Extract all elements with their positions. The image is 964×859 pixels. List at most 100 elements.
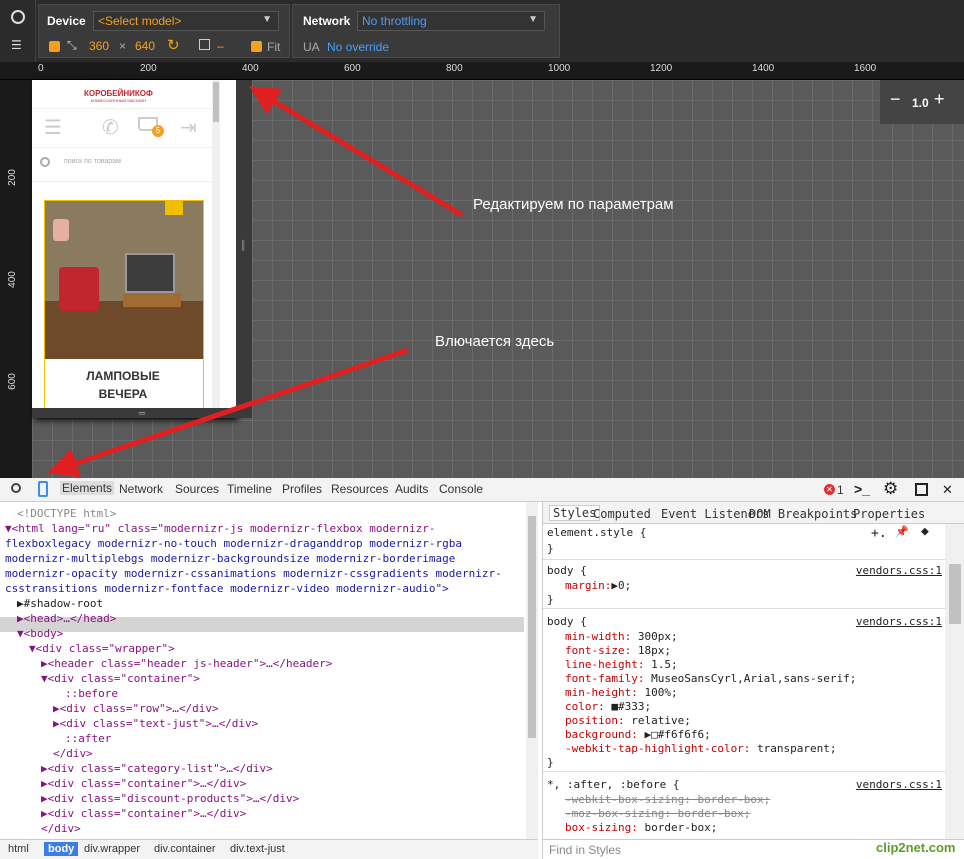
disable-emulation-icon[interactable]	[11, 10, 25, 24]
emulation-menu-icon[interactable]: ☰	[11, 38, 22, 52]
styles-tab-properties[interactable]: Properties	[853, 507, 925, 521]
resolution-checkbox[interactable]	[49, 41, 60, 52]
breadcrumb-item[interactable]: body	[44, 842, 79, 856]
styles-tab-computed[interactable]: Computed	[593, 507, 651, 521]
site-search-input[interactable]: поиск по товарам	[64, 158, 121, 165]
ruler-tick-label: 600	[344, 63, 361, 74]
dom-node-line[interactable]: ▶<div class="discount-products">…</div>	[41, 791, 299, 806]
height-input[interactable]: 640	[135, 39, 155, 53]
settings-gear-icon[interactable]: ⚙	[883, 479, 898, 499]
tab-console[interactable]: Console	[439, 482, 483, 496]
dom-node-line[interactable]: </div>	[41, 821, 81, 836]
tab-resources[interactable]: Resources	[331, 482, 388, 496]
zoom-in-button[interactable]: +	[934, 89, 945, 110]
logo-subtext: КОМИССИОННЫЙ МАГАЗИН	[90, 98, 147, 103]
tab-network[interactable]: Network	[119, 482, 163, 496]
horizontal-ruler: 0 200 400 600 800 1000 1200 1400 1600	[0, 62, 964, 80]
stylesheet-link[interactable]: vendors.css:1	[856, 615, 942, 628]
device-pixel-ratio-icon	[199, 39, 210, 50]
dom-node-line[interactable]: ▼<body>	[17, 626, 63, 641]
rule-close: }	[547, 593, 554, 606]
dom-node-line[interactable]: ▶<div class="container">…</div>	[41, 776, 246, 791]
dom-node-line[interactable]: ▶<div class="text-just">…</div>	[53, 716, 258, 731]
network-section: Network No throttling ▼ UA No override	[292, 4, 560, 58]
dom-node-line[interactable]: ::after	[65, 731, 111, 746]
css-property: box-sizing: border-box;	[565, 821, 718, 834]
zoom-out-button[interactable]: −	[890, 89, 901, 110]
tab-elements[interactable]: Elements	[60, 481, 115, 495]
dom-node-line[interactable]: <!DOCTYPE html>	[17, 506, 116, 521]
device-scrollbar[interactable]	[212, 80, 220, 418]
tab-audits[interactable]: Audits	[395, 482, 428, 496]
site-search[interactable]: поиск по товарам	[32, 148, 212, 182]
dom-node-line[interactable]: ::before	[65, 686, 118, 701]
css-property: -webkit-tap-highlight-color: transparent…	[565, 742, 837, 755]
tab-sources[interactable]: Sources	[175, 482, 219, 496]
add-rule-icon[interactable]: +.	[871, 526, 887, 541]
toggle-element-state-icon[interactable]: ◆	[921, 524, 929, 539]
console-drawer-icon[interactable]: >_	[854, 481, 870, 497]
styles-scrollbar[interactable]	[945, 524, 964, 839]
zoom-value: 1.0	[912, 96, 929, 110]
error-icon[interactable]: ✕	[824, 484, 835, 495]
ua-input[interactable]: No override	[327, 40, 389, 54]
device-resize-handle-bottom[interactable]: ═	[32, 408, 252, 418]
css-property: background: ▶□#f6f6f6;	[565, 728, 711, 741]
promo-title: ЛАМПОВЫЕ ВЕЧЕРА	[86, 369, 160, 401]
dom-node-line[interactable]: ▶<head>…</head>	[17, 611, 116, 626]
css-property: line-height: 1.5;	[565, 658, 678, 671]
tab-timeline[interactable]: Timeline	[227, 482, 272, 496]
login-icon[interactable]: ⇥	[180, 115, 197, 140]
device-resize-handle[interactable]: ║	[236, 80, 252, 418]
tab-profiles[interactable]: Profiles	[282, 482, 322, 496]
dock-side-icon[interactable]	[915, 483, 928, 496]
dom-node-line[interactable]: csstransitions modernizr-fontface modern…	[5, 581, 449, 596]
device-select-value: <Select model>	[98, 14, 182, 28]
styles-tab-dom-breakpoints[interactable]: DOM Breakpoints	[749, 507, 857, 521]
menu-icon[interactable]: ☰	[44, 115, 62, 140]
dom-node-line[interactable]: ▼<div class="wrapper">	[29, 641, 175, 656]
breadcrumb-item[interactable]: div.wrapper	[84, 843, 140, 855]
pixel-ratio-input[interactable]: –	[217, 39, 224, 53]
css-property: min-width: 300px;	[565, 630, 678, 643]
dom-node-line[interactable]: ▶<div class="row">…</div>	[53, 701, 219, 716]
dom-node-line[interactable]: ▼<div class="container">	[41, 671, 200, 686]
device-viewport: КОРОБЕЙНИКОФ КОМИССИОННЫЙ МАГАЗИН ☰ ✆ 5 …	[32, 80, 236, 418]
rule-close: }	[547, 756, 554, 769]
phone-icon[interactable]: ✆	[102, 115, 119, 140]
chevron-down-icon: ▼	[262, 14, 272, 25]
device-mode-icon[interactable]	[38, 481, 48, 497]
promo-card[interactable]: ЛАМПОВЫЕ ВЕЧЕРА	[44, 200, 204, 418]
breadcrumb-item[interactable]: div.text-just	[230, 843, 285, 855]
stylesheet-link[interactable]: vendors.css:1	[856, 564, 942, 577]
search-icon[interactable]	[11, 483, 21, 493]
dom-node-line[interactable]: modernizr-multiplebgs modernizr-backgrou…	[5, 551, 455, 566]
device-model-select[interactable]: <Select model> ▼	[93, 11, 279, 31]
swap-dimensions-icon[interactable]: ↻	[167, 36, 180, 54]
fit-checkbox[interactable]	[251, 41, 262, 52]
dom-node-line[interactable]: flexboxlegacy modernizr-no-touch moderni…	[5, 536, 462, 551]
dom-node-line[interactable]: ▶#shadow-root	[17, 596, 103, 611]
width-input[interactable]: 360	[89, 39, 109, 53]
watermark: clip2net.com	[876, 840, 956, 855]
ruler-tick-label: 400	[242, 63, 259, 74]
chevron-down-icon: ▼	[528, 14, 538, 25]
dom-node-line[interactable]: ▶<div class="container">…</div>	[41, 806, 246, 821]
network-throttling-select[interactable]: No throttling ▼	[357, 11, 545, 31]
breadcrumb-item[interactable]: div.container	[154, 843, 216, 855]
search-icon	[40, 157, 50, 167]
ruler-tick-label: 1400	[752, 63, 775, 74]
styles-pane: Styles Computed Event Listeners DOM Breakpo…	[542, 502, 964, 839]
error-count: 1	[837, 483, 844, 497]
dom-node-line[interactable]: </div>	[53, 746, 93, 761]
logo-text: КОРОБЕЙНИКОФ	[84, 89, 153, 98]
dom-node-line[interactable]: ▶<header class="header js-header">…</hea…	[41, 656, 332, 671]
stylesheet-link[interactable]: vendors.css:1	[856, 778, 942, 791]
elements-scrollbar[interactable]	[526, 502, 538, 839]
close-icon[interactable]: ✕	[942, 482, 953, 498]
pin-icon[interactable]: 📌	[895, 525, 909, 538]
dom-node-line[interactable]: ▶<div class="category-list">…</div>	[41, 761, 273, 776]
breadcrumb-item[interactable]: html	[8, 843, 29, 855]
dom-node-line[interactable]: modernizr-opacity modernizr-cssanimation…	[5, 566, 502, 581]
dom-node-line[interactable]: ▼<html lang="ru" class="modernizr-js mod…	[5, 521, 435, 536]
